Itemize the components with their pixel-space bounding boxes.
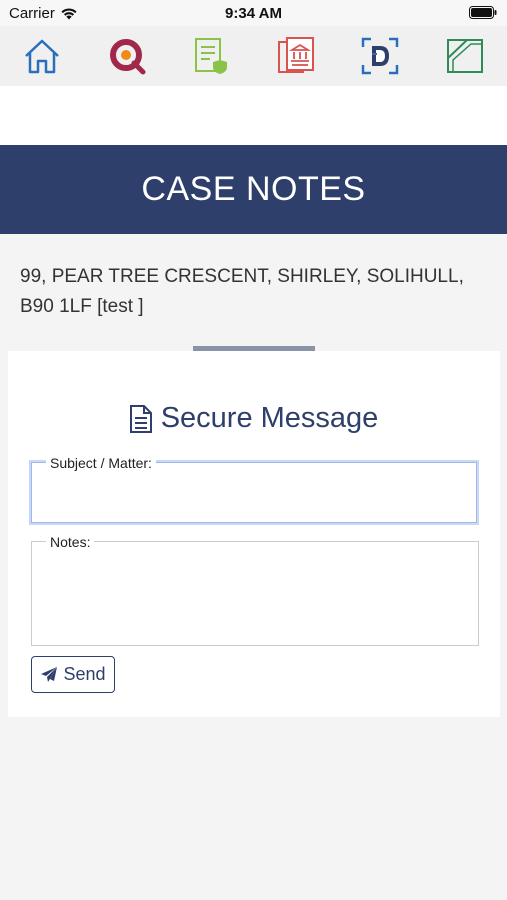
page-title: CASE NOTES	[141, 170, 366, 208]
folder-icon	[446, 39, 483, 73]
case-address: 99, PEAR TREE CRESCENT, SHIRLEY, SOLIHUL…	[20, 266, 464, 317]
secure-message-title: Secure Message	[0, 402, 507, 435]
document-shield-button[interactable]	[189, 34, 233, 78]
subject-label: Subject / Matter:	[46, 455, 156, 471]
subject-input[interactable]	[40, 475, 468, 516]
paper-plane-icon	[41, 667, 58, 682]
file-text-icon	[129, 404, 152, 433]
home-button[interactable]	[20, 34, 64, 78]
search-logo-icon	[109, 39, 146, 75]
bank-document-button[interactable]	[274, 34, 318, 78]
send-button[interactable]: Send	[31, 656, 115, 693]
scan-id-button[interactable]	[358, 34, 402, 78]
page-header: CASE NOTES	[0, 145, 507, 234]
top-toolbar	[0, 26, 507, 86]
document-shield-icon	[195, 38, 228, 74]
notes-label: Notes:	[46, 534, 95, 550]
status-bar: Carrier 9:34 AM	[0, 0, 507, 26]
send-button-label: Send	[63, 664, 106, 684]
spacer-strip	[0, 86, 507, 145]
scan-id-icon	[362, 37, 399, 75]
notes-fieldset: Notes:	[31, 534, 479, 646]
folder-button[interactable]	[443, 34, 487, 78]
home-icon	[25, 39, 60, 74]
battery-icon	[469, 6, 497, 23]
secure-message-title-text: Secure Message	[160, 402, 379, 434]
status-time: 9:34 AM	[225, 5, 282, 22]
search-logo-button[interactable]	[105, 34, 149, 78]
subject-fieldset: Subject / Matter:	[31, 455, 477, 523]
bank-document-icon	[277, 37, 314, 73]
notes-textarea[interactable]	[40, 554, 470, 639]
